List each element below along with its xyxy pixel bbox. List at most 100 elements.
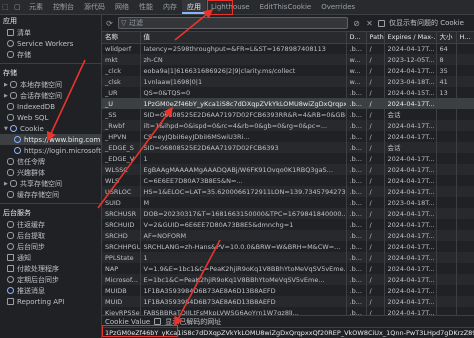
table-cell: / (366, 219, 385, 230)
table-row[interactable]: _EDGE_V 1 .b.../2024-04-17T... (102, 153, 474, 164)
table-cell: 2024-04-17T... (384, 252, 437, 263)
table-cell: .b... (346, 142, 367, 153)
table-row[interactable]: MUID 1F1BA3593984D6B73AE8A6D13B8AEFD .b...… (102, 296, 474, 307)
table-row[interactable]: WLSSC EgBAAgMAAAAMgAAADQABj/W6FK91Ovqo0K1… (102, 164, 474, 175)
table-row[interactable]: wlidperf latency=2598throughput=&FR=L&ST=… (102, 43, 474, 54)
devtools-tab-bar: ⬚ ▢ 元素 控制台 源代码 网络 性能 内存 应用 Lighthouse EditThisCo… (0, 0, 474, 15)
table-cell: .b... (346, 164, 367, 175)
table-row[interactable]: USRLOC HS=1&ELOC=LAT=35.6200066172911LON=… (102, 186, 474, 197)
table-cell: 2024-04-17T... (384, 241, 437, 252)
column-header[interactable]: 值 (140, 32, 347, 44)
table-cell (456, 43, 474, 54)
sidebar-item-background-sync[interactable]: 后台同步 (0, 241, 101, 252)
table-row[interactable]: _UR QS=0&TQS=0 .b.../2024-04-15T... 13 (102, 87, 474, 98)
tab-8[interactable]: EditThisCookie (255, 0, 317, 14)
table-row[interactable]: _HPVN CS=eyJQbiI6eyJDbiI6MSwiU3Ri... .b...… (102, 131, 474, 142)
sidebar-item-notifications[interactable]: 通知 (0, 252, 101, 263)
column-header[interactable]: Path (366, 32, 385, 44)
sidebar-item-label: 清单 (17, 28, 31, 37)
table-row[interactable]: _Rwbf ilt=1&ihpd=0&ispd=0&rc=4&rb=0&gb=0&… (102, 120, 474, 131)
table-row[interactable]: _EDGE_S SID=06808525E2D6AA7197D02FCB6393.… (102, 142, 474, 153)
column-header[interactable]: 名称 (102, 32, 141, 44)
tabbar-spacer (360, 0, 474, 14)
table-row[interactable]: SRCHUSR DOB=20230317&T=1681663150000&TPC=… (102, 208, 474, 219)
tab-6[interactable]: 应用 (182, 0, 206, 14)
table-row[interactable]: mkt zh-CN w.../2023-12-05T... 8 (102, 54, 474, 65)
annotation-box-cookie-value (102, 325, 178, 337)
table-cell: USRLOC (102, 186, 141, 197)
sidebar-item-reporting-api[interactable]: Reporting API (0, 296, 101, 307)
table-cell: 1F1BA3593984D6B73AE8A6D13B8AEFD (140, 296, 347, 307)
tab-0[interactable]: 元素 (24, 0, 48, 14)
show-decoded-checkbox[interactable] (154, 318, 162, 325)
table-row[interactable]: SRCHD AF=NOFORM .b.../2024-04-17T... (102, 230, 474, 241)
table-row[interactable]: NAP V=1.9&E=1bc1&C=PeaK2hjiR9oKq1V8BBhYto… (102, 263, 474, 274)
sidebar-item-trust-tokens[interactable]: 信任令牌 (0, 156, 101, 167)
document-icon (7, 298, 14, 305)
table-cell: / (366, 65, 385, 76)
tab-9[interactable]: Overrides (316, 0, 360, 14)
sidebar-item-label: 后台提取 (17, 231, 45, 240)
sidebar-item-push-messaging[interactable]: 推送消息 (0, 285, 101, 296)
table-cell: 1 (140, 252, 347, 263)
table-cell: 2024-04-17T... (384, 230, 437, 241)
sidebar-item-interest-groups[interactable]: 兴趣群体 (0, 167, 101, 178)
table-row[interactable]: _clsk 1vnlaaw|1698|0|1 w.../2023-04-18T...… (102, 76, 474, 87)
tab-1[interactable]: 控制台 (48, 0, 79, 14)
tab-5[interactable]: 内存 (158, 0, 182, 14)
table-cell: SID=06808525E2D6AA7197D02FCB6393 (140, 142, 347, 153)
delete-selected-icon[interactable]: ✕ (365, 19, 374, 28)
only-issues-checkbox[interactable] (378, 19, 385, 27)
sidebar-item-cookie-microsoft[interactable]: https://login.microsoft... (0, 145, 101, 156)
database-icon (7, 114, 14, 121)
sidebar-item-indexeddb[interactable]: IndexedDB (0, 101, 101, 112)
table-row[interactable]: _SS SID=06808525E2D6AA7197D02FCB6393RR&R=… (102, 109, 474, 120)
sidebar-item-service-workers[interactable]: Service Workers (0, 38, 101, 49)
sidebar-item-payment-handler[interactable]: 付款处理程序 (0, 263, 101, 274)
table-cell: SUID (102, 197, 141, 208)
column-header[interactable]: 大小 (436, 32, 457, 44)
table-row[interactable]: SRCHUID V=2&GUID=6E6EE7D80A73B8E5&dmnchg=… (102, 219, 474, 230)
table-cell: .b... (346, 230, 367, 241)
sidebar-item-cookie-bing[interactable]: https://www.bing.com (0, 134, 101, 145)
sidebar-item-label: Reporting API (17, 297, 65, 306)
sidebar-item-shared-storage[interactable]: ▶ 共享存储空间 (0, 178, 101, 189)
refresh-icon[interactable]: ⟳ (105, 19, 114, 28)
sidebar-item-bfcache[interactable]: 往返缓存 (0, 219, 101, 230)
table-cell (456, 76, 474, 87)
sidebar-item-periodic-sync[interactable]: 定期后台同步 (0, 274, 101, 285)
table-row[interactable]: MUIDB 1F1BA3593984D6B73AE8A6D13B8AEFD .b..… (102, 285, 474, 296)
device-toggle-icon[interactable]: ▢ (12, 0, 24, 14)
clear-all-icon[interactable]: ⊘ (352, 19, 361, 28)
table-cell: SRCHHPGUSR (102, 241, 141, 252)
table-row[interactable]: WLS C=6E6EE7D80A73B8E5&N=... .b.../2024-04… (102, 175, 474, 186)
devtools-menu-icon[interactable]: ⬚ (0, 0, 12, 14)
table-row[interactable]: PPLState 1 .b.../2024-04-17T... (102, 252, 474, 263)
sidebar-item-storage-overview[interactable]: 存储 (0, 49, 101, 60)
sidebar-item-session-storage[interactable]: ▶ 会话存储空间 (0, 90, 101, 101)
table-row[interactable]: _clck eoba9a|1|616631686926|2|9|clarity.m… (102, 65, 474, 76)
tab-3[interactable]: 网络 (110, 0, 134, 14)
sidebar-item-manifest[interactable]: 清单 (0, 27, 101, 38)
sidebar-item-web-sql[interactable]: Web SQL (0, 112, 101, 123)
tab-4[interactable]: 性能 (134, 0, 158, 14)
table-row[interactable]: _U 1PzGM0eZf46bY_yKca1iS8c7dDXqpZVkYkLOMU… (102, 98, 474, 109)
tab-2[interactable]: 源代码 (79, 0, 110, 14)
table-row[interactable]: Microsof... E=1bc1&C=PeaK2hjiR9oKq1V8BBhY… (102, 274, 474, 285)
sidebar-item-background-fetch[interactable]: 后台提取 (0, 230, 101, 241)
filter-input[interactable]: ▽ 过滤 (118, 17, 348, 29)
section-title-storage: 存储 (3, 69, 17, 77)
column-header[interactable]: Expires / Max-... (384, 32, 437, 44)
sidebar-item-local-storage[interactable]: ▶ 本地存储空间 (0, 79, 101, 90)
sidebar-item-cache-storage[interactable]: 缓存存储空间 (0, 189, 101, 200)
table-row[interactable]: SUID M .b.../2023-04-18T... (102, 197, 474, 208)
table-cell: 2024-04-17T... (384, 153, 437, 164)
sidebar-item-cookies[interactable]: ▼ Cookie (0, 123, 101, 134)
column-header[interactable]: H... (456, 32, 474, 44)
database-icon (7, 51, 14, 58)
table-cell: WLS (102, 175, 141, 186)
table-cell (456, 164, 474, 175)
column-header[interactable]: D... (346, 32, 367, 44)
table-row[interactable]: SRCHHPGUSRSRCHLANG=zh-Hans&PV=10.0.0&BRW… (102, 241, 474, 252)
table-cell: / (366, 274, 385, 285)
